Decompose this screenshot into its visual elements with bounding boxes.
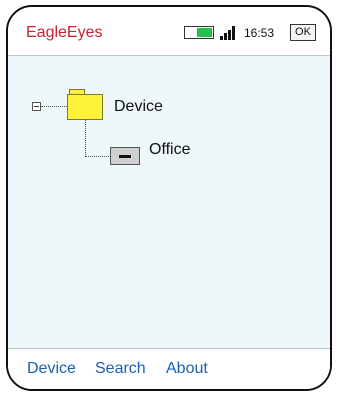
device-tree: Device Office bbox=[8, 55, 330, 349]
menu-device[interactable]: Device bbox=[27, 360, 76, 378]
collapse-toggle-icon[interactable] bbox=[32, 102, 41, 111]
battery-icon bbox=[184, 26, 214, 39]
tree-connector bbox=[85, 119, 86, 157]
camera-device-icon[interactable] bbox=[110, 147, 140, 165]
menu-search[interactable]: Search bbox=[95, 360, 146, 378]
app-title: EagleEyes bbox=[26, 24, 103, 41]
tree-node-office-label[interactable]: Office bbox=[149, 141, 191, 159]
bottom-menu-bar: Device Search About bbox=[8, 348, 330, 389]
ok-button[interactable]: OK bbox=[290, 24, 316, 41]
tree-node-device-label[interactable]: Device bbox=[114, 98, 163, 116]
clock-time: 16:53 bbox=[244, 26, 275, 40]
signal-strength-icon bbox=[220, 26, 240, 40]
status-bar: EagleEyes 16:53 OK bbox=[8, 7, 330, 56]
tree-connector bbox=[85, 156, 109, 157]
menu-about[interactable]: About bbox=[166, 360, 208, 378]
phone-frame: EagleEyes 16:53 OK Device Office Device … bbox=[6, 5, 332, 391]
tree-connector bbox=[41, 106, 67, 107]
folder-icon[interactable] bbox=[67, 89, 103, 120]
battery-level bbox=[197, 28, 212, 37]
